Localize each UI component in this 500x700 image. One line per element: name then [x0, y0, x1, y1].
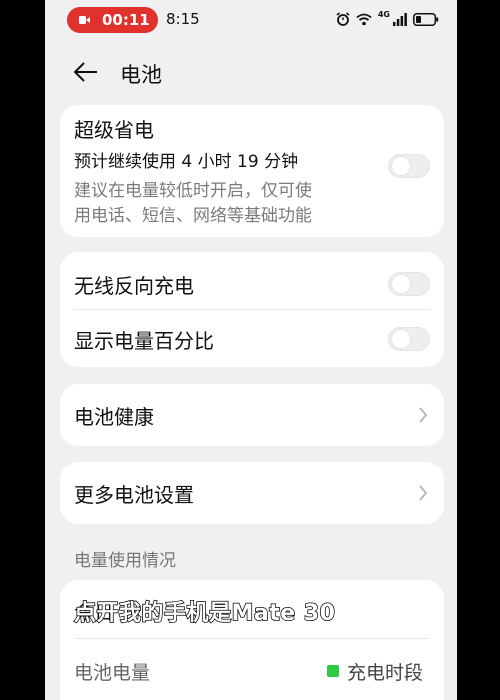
battery-percentage-label: 显示电量百分比: [74, 329, 214, 353]
alarm-icon: [336, 12, 350, 26]
video-camera-icon: [79, 16, 90, 24]
recording-time: 00:11: [102, 11, 150, 29]
battery-estimate-text: 预计继续使用 4 小时 19 分钟: [74, 152, 299, 172]
super-saver-title: 超级省电: [74, 118, 154, 142]
status-icons: 4G: [336, 9, 439, 29]
reverse-charging-label: 无线反向充电: [74, 274, 194, 298]
battery-percentage-toggle[interactable]: [388, 327, 430, 351]
usage-section-title: 电量使用情况: [74, 551, 176, 571]
status-bar: 00:11 8:15 4G: [45, 0, 457, 38]
chevron-right-icon: [419, 485, 428, 501]
page-header: 电池: [45, 52, 457, 92]
toggle-knob: [392, 275, 410, 293]
wifi-icon: [356, 13, 372, 26]
battery-health-row[interactable]: 电池健康: [60, 384, 444, 446]
network-type-label: 4G: [377, 9, 390, 19]
super-saver-toggle[interactable]: [388, 154, 430, 178]
charging-legend-label: 充电时段: [347, 662, 424, 684]
more-battery-settings-row[interactable]: 更多电池设置: [60, 462, 444, 524]
toggle-knob: [392, 330, 410, 348]
signal-icon: [393, 12, 407, 26]
charging-toggles-card: 无线反向充电 显示电量百分比: [60, 252, 444, 367]
screen-recording-indicator[interactable]: 00:11: [67, 7, 158, 33]
divider: [74, 309, 430, 310]
reverse-charging-toggle[interactable]: [388, 272, 430, 296]
chevron-right-icon: [419, 407, 428, 423]
toggle-knob: [392, 157, 410, 175]
status-clock: 8:15: [166, 10, 200, 28]
battery-level-chart-label: 电池电量: [74, 662, 151, 684]
more-battery-settings-label: 更多电池设置: [74, 483, 194, 507]
page-title: 电池: [120, 63, 162, 87]
video-subtitle-caption: 点开我的手机是Mate 30: [73, 600, 336, 627]
battery-health-label: 电池健康: [74, 405, 154, 429]
back-arrow-icon[interactable]: [73, 61, 99, 83]
super-power-saving-card[interactable]: 超级省电 预计继续使用 4 小时 19 分钟 建议在电量较低时开启，仅可使 用电…: [60, 105, 444, 237]
super-saver-description-line1: 建议在电量较低时开启，仅可使: [74, 181, 312, 201]
battery-icon: [413, 12, 439, 26]
super-saver-description-line2: 用电话、短信、网络等基础功能: [74, 206, 312, 226]
divider: [74, 638, 430, 639]
charging-legend-swatch: [327, 665, 339, 677]
